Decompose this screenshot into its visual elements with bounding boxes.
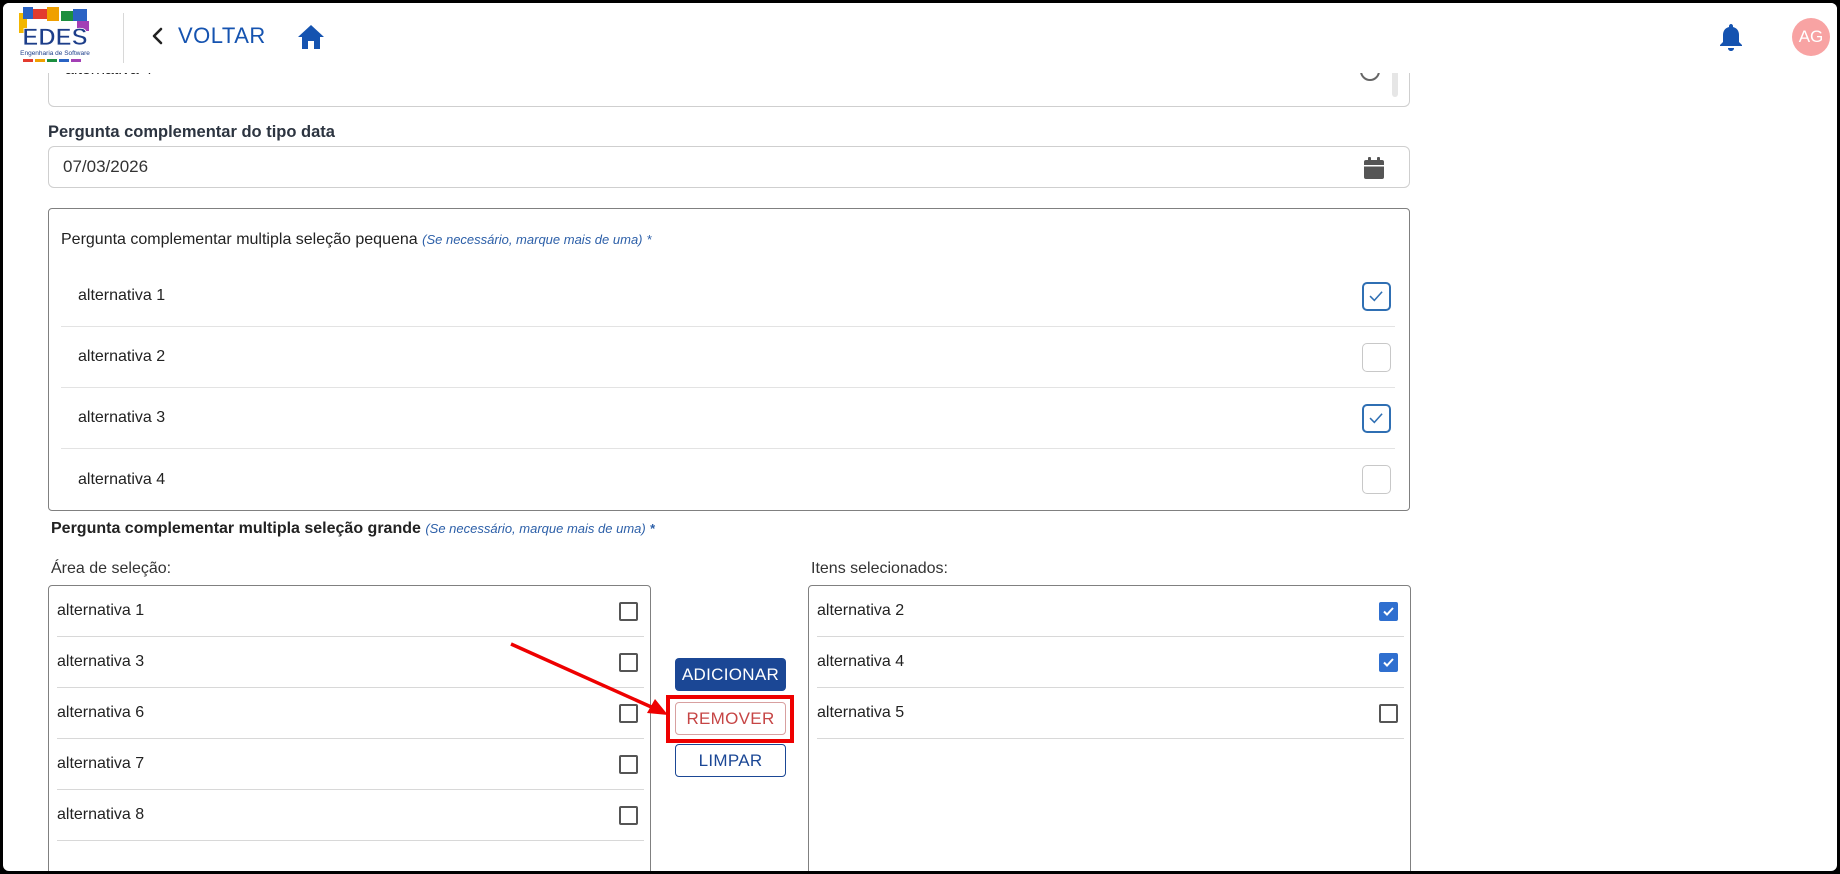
list-item[interactable]: alternativa 1 xyxy=(57,586,644,637)
logo-subtitle: Engenharia de Software xyxy=(20,50,90,57)
checkbox-unchecked[interactable] xyxy=(619,602,638,621)
option-label: alternativa 2 xyxy=(78,348,166,365)
item-label: alternativa 1 xyxy=(57,602,145,619)
small-multi-select-card: Pergunta complementar multipla seleção p… xyxy=(48,208,1410,511)
required-mark: * xyxy=(650,521,656,536)
small-multi-title: Pergunta complementar multipla seleção p… xyxy=(61,231,652,249)
list-item[interactable]: alternativa 4 xyxy=(817,637,1404,688)
list-item[interactable]: alternativa 8 xyxy=(57,790,644,841)
large-multi-title-text: Pergunta complementar multipla seleção g… xyxy=(51,520,421,537)
item-label: alternativa 5 xyxy=(817,704,905,721)
checkbox-unchecked[interactable] xyxy=(1379,704,1398,723)
bell-icon[interactable] xyxy=(1718,22,1744,52)
remove-button[interactable]: REMOVER xyxy=(675,702,786,735)
list-item[interactable]: alternativa 5 xyxy=(817,688,1404,739)
small-option-4[interactable]: alternativa 4 xyxy=(61,449,1395,510)
large-multi-hint: (Se necessário, marque mais de uma) xyxy=(425,521,646,536)
item-label: alternativa 6 xyxy=(57,704,145,721)
user-avatar[interactable]: AG xyxy=(1792,18,1830,56)
checkbox-checked[interactable] xyxy=(1362,404,1391,433)
small-option-1[interactable]: alternativa 1 xyxy=(61,266,1395,327)
back-button[interactable]: VOLTAR xyxy=(148,23,266,49)
option-label: alternativa 1 xyxy=(78,287,166,304)
checkbox-unchecked[interactable] xyxy=(1362,465,1391,494)
checkbox-unchecked[interactable] xyxy=(1362,343,1391,372)
small-option-3[interactable]: alternativa 3 xyxy=(61,388,1395,449)
header-divider xyxy=(123,13,124,63)
calendar-icon[interactable] xyxy=(1363,156,1385,180)
selected-items-label: Itens selecionados: xyxy=(811,560,948,577)
option-label: alternativa 4 xyxy=(78,470,166,488)
checkbox-checked[interactable] xyxy=(1379,602,1398,621)
logo-text: EDES xyxy=(22,24,87,51)
small-multi-title-text: Pergunta complementar multipla seleção p… xyxy=(61,231,418,248)
checkbox-checked[interactable] xyxy=(1362,282,1391,311)
edes-logo: EDES Engenharia de Software xyxy=(19,7,90,62)
list-item[interactable]: alternativa 3 xyxy=(57,637,644,688)
clear-button[interactable]: LIMPAR xyxy=(675,744,786,777)
item-label: alternativa 2 xyxy=(817,602,905,619)
check-icon xyxy=(1369,413,1383,424)
list-item[interactable]: alternativa 7 xyxy=(57,739,644,790)
date-input[interactable]: 07/03/2026 xyxy=(48,146,1410,188)
app-header: EDES Engenharia de Software VOLTAR AG xyxy=(3,3,1837,73)
date-question-label: Pergunta complementar do tipo data xyxy=(48,123,335,141)
back-label: VOLTAR xyxy=(178,23,266,48)
selection-area-label: Área de seleção: xyxy=(51,560,172,577)
list-item[interactable]: alternativa 6 xyxy=(57,688,644,739)
home-icon[interactable] xyxy=(297,24,325,50)
checkbox-unchecked[interactable] xyxy=(619,755,638,774)
check-icon xyxy=(1383,607,1394,616)
option-label: alternativa 3 xyxy=(78,409,166,426)
item-label: alternativa 3 xyxy=(57,653,145,670)
checkbox-unchecked[interactable] xyxy=(619,704,638,723)
date-value: 07/03/2026 xyxy=(63,157,149,176)
selection-area-list[interactable]: alternativa 1 alternativa 3 alternativa … xyxy=(48,585,651,871)
checkbox-unchecked[interactable] xyxy=(619,653,638,672)
large-multi-title: Pergunta complementar multipla seleção g… xyxy=(51,520,655,538)
check-icon xyxy=(1369,291,1383,302)
small-multi-hint: (Se necessário, marque mais de uma) xyxy=(422,232,643,247)
item-label: alternativa 8 xyxy=(57,806,145,823)
check-icon xyxy=(1383,658,1394,667)
small-option-2[interactable]: alternativa 2 xyxy=(61,327,1395,388)
checkbox-checked[interactable] xyxy=(1379,653,1398,672)
checkbox-unchecked[interactable] xyxy=(619,806,638,825)
selected-items-list[interactable]: alternativa 2 alternativa 4 alternativa … xyxy=(808,585,1411,871)
item-label: alternativa 7 xyxy=(57,755,145,772)
chevron-left-icon xyxy=(152,27,163,45)
required-mark: * xyxy=(646,232,653,247)
item-label: alternativa 4 xyxy=(817,653,905,670)
add-button[interactable]: ADICIONAR xyxy=(675,658,786,691)
list-item[interactable]: alternativa 2 xyxy=(817,586,1404,637)
app-frame: alternativa 4 EDES Engenharia de Softwar… xyxy=(3,3,1837,871)
